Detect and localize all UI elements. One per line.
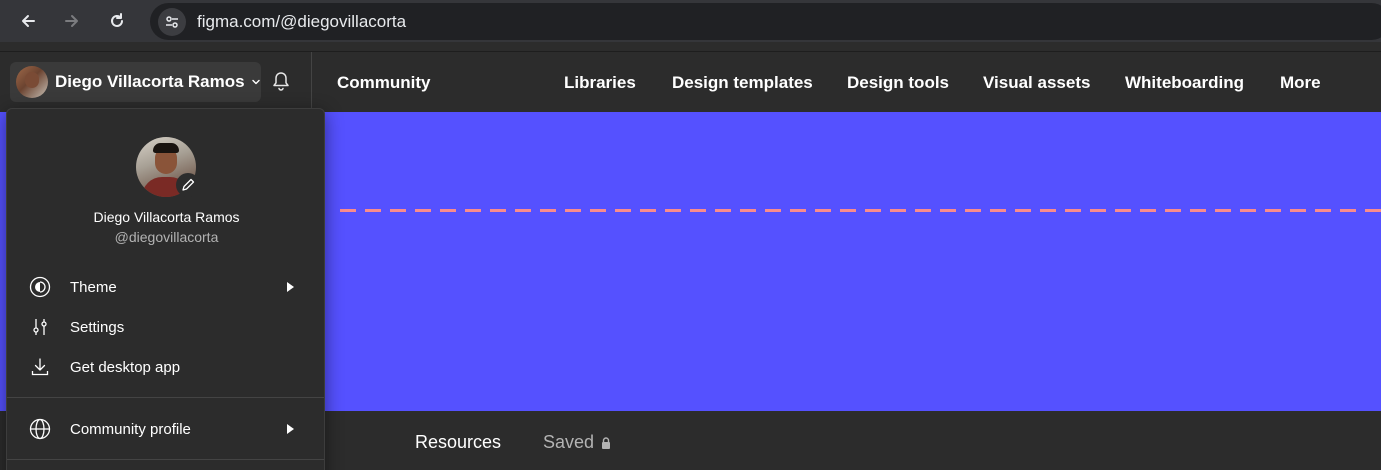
menu-item-theme[interactable]: Theme [7, 269, 326, 305]
user-name: Diego Villacorta Ramos [55, 72, 245, 91]
banner-dashed-line [340, 209, 1381, 212]
globe-icon [29, 418, 51, 440]
tune-icon [166, 15, 178, 28]
forward-arrow-icon [65, 15, 78, 27]
notification-bell-icon[interactable] [271, 71, 291, 93]
url-text: figma.com/@diegovillacorta [197, 11, 407, 31]
menu-divider [7, 459, 324, 460]
download-icon [29, 356, 51, 378]
back-arrow-icon [22, 15, 35, 27]
submenu-arrow-icon [287, 282, 294, 292]
browser-toolbar: figma.com/@diegovillacorta [0, 0, 1381, 42]
forward-button[interactable] [58, 7, 86, 35]
tab-resources[interactable]: Resources [415, 432, 501, 453]
menu-item-label: Get desktop app [70, 358, 181, 376]
user-menu-button[interactable]: Diego Villacorta Ramos [10, 62, 261, 102]
chevron-down-icon [251, 79, 260, 85]
back-button[interactable] [14, 7, 42, 35]
menu-item-label: Settings [70, 318, 125, 336]
menu-item-settings[interactable]: Settings [7, 309, 326, 345]
dropdown-user-name: Diego Villacorta Ramos [93, 209, 240, 225]
tab-saved[interactable]: Saved [543, 432, 611, 453]
nav-design-templates[interactable]: Design templates [672, 73, 813, 93]
dropdown-user-handle: @diegovillacorta [114, 229, 219, 245]
nav-more[interactable]: More [1280, 73, 1321, 93]
reload-button[interactable] [103, 7, 131, 35]
pencil-icon [182, 178, 195, 191]
nav-libraries[interactable]: Libraries [564, 73, 636, 93]
edit-photo-button[interactable] [176, 173, 200, 197]
menu-divider [7, 397, 324, 398]
profile-photo[interactable] [136, 137, 200, 197]
menu-item-community-profile[interactable]: Community profile [7, 411, 326, 447]
lock-icon [602, 436, 611, 449]
site-header: Diego Villacorta Ramos Community Librari… [0, 51, 1381, 113]
address-bar[interactable]: figma.com/@diegovillacorta [150, 3, 1381, 40]
nav-visual-assets[interactable]: Visual assets [983, 73, 1090, 93]
site-info-button[interactable] [158, 7, 186, 36]
submenu-arrow-icon [287, 424, 294, 434]
menu-item-label: Theme [70, 278, 117, 296]
nav-community[interactable]: Community [337, 73, 431, 93]
settings-sliders-icon [29, 316, 51, 338]
menu-item-label: Community profile [70, 420, 191, 438]
header-divider [311, 52, 312, 113]
user-dropdown-menu: Diego Villacorta Ramos @diegovillacorta … [6, 108, 325, 470]
theme-icon [29, 276, 51, 298]
tab-saved-label: Saved [543, 432, 595, 452]
nav-design-tools[interactable]: Design tools [847, 73, 949, 93]
nav-whiteboarding[interactable]: Whiteboarding [1125, 73, 1244, 93]
menu-item-get-desktop-app[interactable]: Get desktop app [7, 349, 326, 385]
reload-icon [111, 13, 123, 27]
avatar [16, 66, 48, 98]
